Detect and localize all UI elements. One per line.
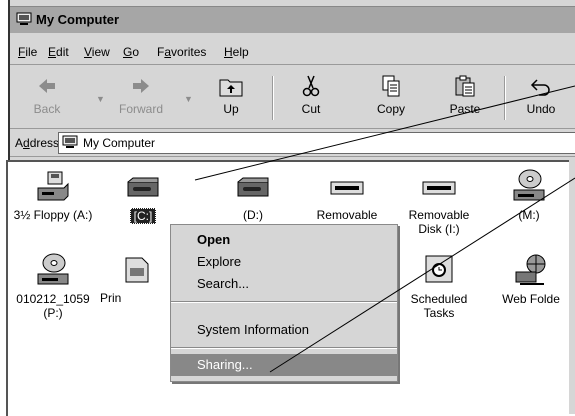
folder-item[interactable]: Prin	[100, 254, 160, 305]
forward-dropdown-icon[interactable]: ▼	[184, 94, 193, 104]
menu-separator	[171, 347, 397, 349]
cut-button[interactable]: Cut	[280, 74, 342, 116]
undo-icon	[530, 79, 550, 96]
cd-drive-icon	[37, 253, 69, 285]
paste-button[interactable]: Paste	[434, 74, 496, 116]
folder-item[interactable]: Scheduled Tasks	[396, 254, 482, 320]
drive-item[interactable]: (D:)	[210, 170, 296, 222]
menu-bar: File Edit View Go Favorites Help	[10, 36, 575, 65]
paste-icon	[455, 75, 475, 97]
address-bar: Address My Computer	[10, 130, 575, 157]
back-dropdown-icon[interactable]: ▼	[96, 94, 105, 104]
hard-drive-icon	[127, 177, 159, 197]
hard-drive-icon	[237, 177, 269, 197]
context-system-information[interactable]: System Information	[171, 319, 397, 341]
drive-item[interactable]: 3½ Floppy (A:)	[10, 170, 96, 222]
web-folders-icon	[515, 254, 546, 285]
menu-help[interactable]: Help	[224, 45, 249, 59]
up-button[interactable]: Up	[200, 74, 262, 116]
menu-edit[interactable]: Edit	[48, 45, 69, 59]
forward-arrow-icon	[133, 79, 149, 93]
title-bar[interactable]: My Computer	[10, 6, 575, 33]
menu-view[interactable]: View	[84, 45, 110, 59]
removable-drive-icon	[330, 181, 364, 195]
folder-item[interactable]: Web Folde	[488, 252, 574, 306]
drive-item-selected[interactable]: [C:]	[100, 170, 186, 224]
forward-button[interactable]: Forward	[110, 74, 172, 116]
drive-item[interactable]: Removable Disk (I:)	[396, 170, 482, 236]
back-arrow-icon	[39, 79, 55, 93]
address-label: Address	[15, 136, 60, 150]
toolbar-separator	[504, 76, 506, 120]
drive-item[interactable]: 010212_1059 (P:)	[10, 252, 96, 320]
drive-item[interactable]: Removable	[304, 170, 390, 222]
removable-drive-icon	[422, 181, 456, 195]
printers-icon	[125, 257, 149, 283]
up-folder-icon	[219, 79, 243, 97]
toolbar-separator	[272, 76, 274, 120]
drive-item[interactable]: (M:)	[486, 168, 572, 222]
floppy-drive-icon	[37, 171, 69, 201]
window-title: My Computer	[36, 12, 120, 27]
context-search[interactable]: Search...	[171, 273, 397, 295]
cd-drive-icon	[513, 169, 545, 201]
context-sharing[interactable]: Sharing...	[171, 354, 397, 376]
copy-button[interactable]: Copy	[360, 74, 422, 116]
undo-button[interactable]: Undo	[510, 74, 572, 116]
context-menu: Open Explore Search... System Informatio…	[170, 224, 398, 382]
context-open[interactable]: Open	[171, 229, 397, 251]
menu-file[interactable]: File	[18, 45, 37, 59]
menu-separator	[171, 301, 397, 303]
toolbar: Back ▼ Forward ▼ Up Cut Copy Paste Undo	[10, 66, 575, 129]
scissors-icon	[302, 75, 320, 97]
menu-go[interactable]: Go	[123, 45, 139, 59]
address-input[interactable]: My Computer	[58, 132, 575, 154]
my-computer-icon	[16, 12, 32, 25]
scheduled-tasks-icon	[425, 255, 453, 283]
copy-icon	[382, 75, 400, 97]
context-explore[interactable]: Explore	[171, 251, 397, 273]
back-button[interactable]: Back	[16, 74, 78, 116]
menu-favorites[interactable]: Favorites	[157, 45, 206, 59]
my-computer-icon	[62, 135, 78, 148]
